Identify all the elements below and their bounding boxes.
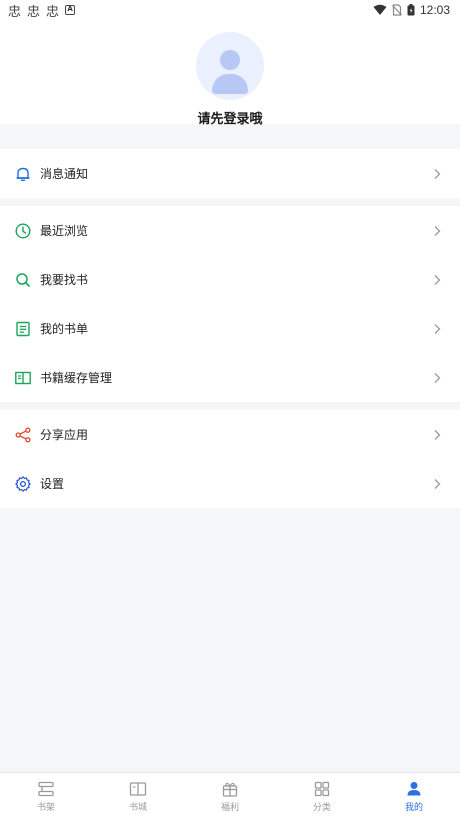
search-icon — [15, 272, 31, 288]
tab-label: 分类 — [312, 803, 331, 813]
clock-icon — [15, 222, 31, 239]
notification-glyph: 忠 — [27, 4, 41, 20]
menu-item-label: 消息通知 — [40, 167, 89, 181]
menu-item-label: 我要找书 — [40, 273, 89, 287]
tab-welfare[interactable]: 福利 — [184, 773, 276, 819]
tab-label: 我的 — [404, 803, 423, 813]
book-icon — [129, 782, 147, 796]
menu-group-notifications: 消息通知 — [0, 149, 460, 198]
profile-header: 请先登录哦 — [0, 20, 460, 127]
notification-glyph: 忠 — [8, 4, 22, 20]
menu-item-label: 我的书单 — [40, 322, 89, 336]
menu-item-my-booklist[interactable]: 我的书单 — [0, 304, 460, 353]
no-sim-icon — [392, 4, 402, 16]
menu-item-label: 书籍缓存管理 — [40, 371, 113, 385]
avatar-body-shape — [212, 74, 248, 94]
chevron-right-icon — [434, 372, 441, 383]
menu-item-label: 分享应用 — [40, 428, 89, 442]
chevron-right-icon — [434, 429, 441, 440]
tab-categories[interactable]: 分类 — [276, 773, 368, 819]
menu-item-recent-browsing[interactable]: 最近浏览 — [0, 206, 460, 255]
status-system-icons: 12:03 — [373, 3, 450, 17]
avatar[interactable] — [196, 32, 264, 100]
status-notification-icons: 忠 忠 忠 A — [8, 1, 76, 20]
menu-item-share-app[interactable]: 分享应用 — [0, 410, 460, 459]
battery-icon — [407, 4, 415, 16]
bookshelf-icon — [38, 781, 54, 797]
menu-item-settings[interactable]: 设置 — [0, 459, 460, 508]
user-icon — [407, 782, 421, 796]
share-icon — [15, 427, 31, 443]
tab-label: 书城 — [128, 803, 147, 813]
chevron-right-icon — [434, 225, 441, 236]
menu-group-app: 分享应用 设置 — [0, 410, 460, 508]
gift-icon — [222, 782, 238, 797]
chevron-right-icon — [434, 323, 441, 334]
list-icon — [15, 321, 31, 337]
chevron-right-icon — [434, 168, 441, 179]
tab-label: 书架 — [36, 803, 55, 813]
notification-badge-icon: A — [65, 5, 76, 15]
status-bar: 忠 忠 忠 A 12:03 — [0, 0, 460, 20]
bottom-tab-bar: 书架 书城 福利 分类 我的 — [0, 772, 460, 819]
menu-group-reading: 最近浏览 我要找书 我的书单 书籍缓存管理 — [0, 206, 460, 402]
grid-icon — [314, 781, 330, 797]
menu-item-label: 设置 — [40, 477, 65, 491]
login-prompt[interactable]: 请先登录哦 — [0, 108, 460, 127]
book-open-icon — [15, 370, 31, 386]
chevron-right-icon — [434, 274, 441, 285]
tab-label: 福利 — [220, 803, 239, 813]
menu-item-find-books[interactable]: 我要找书 — [0, 255, 460, 304]
menu-item-label: 最近浏览 — [40, 224, 89, 238]
tab-bookstore[interactable]: 书城 — [92, 773, 184, 819]
chevron-right-icon — [434, 478, 441, 489]
menu-item-cache-management[interactable]: 书籍缓存管理 — [0, 353, 460, 402]
menu-item-notifications[interactable]: 消息通知 — [0, 149, 460, 198]
notification-glyph: 忠 — [46, 4, 60, 20]
status-time: 12:03 — [419, 3, 450, 17]
tab-bookshelf[interactable]: 书架 — [0, 773, 92, 819]
gear-icon — [15, 475, 31, 492]
tab-mine[interactable]: 我的 — [368, 773, 460, 819]
avatar-head-shape — [220, 50, 240, 70]
bell-icon — [15, 166, 31, 182]
wifi-icon — [373, 4, 387, 15]
